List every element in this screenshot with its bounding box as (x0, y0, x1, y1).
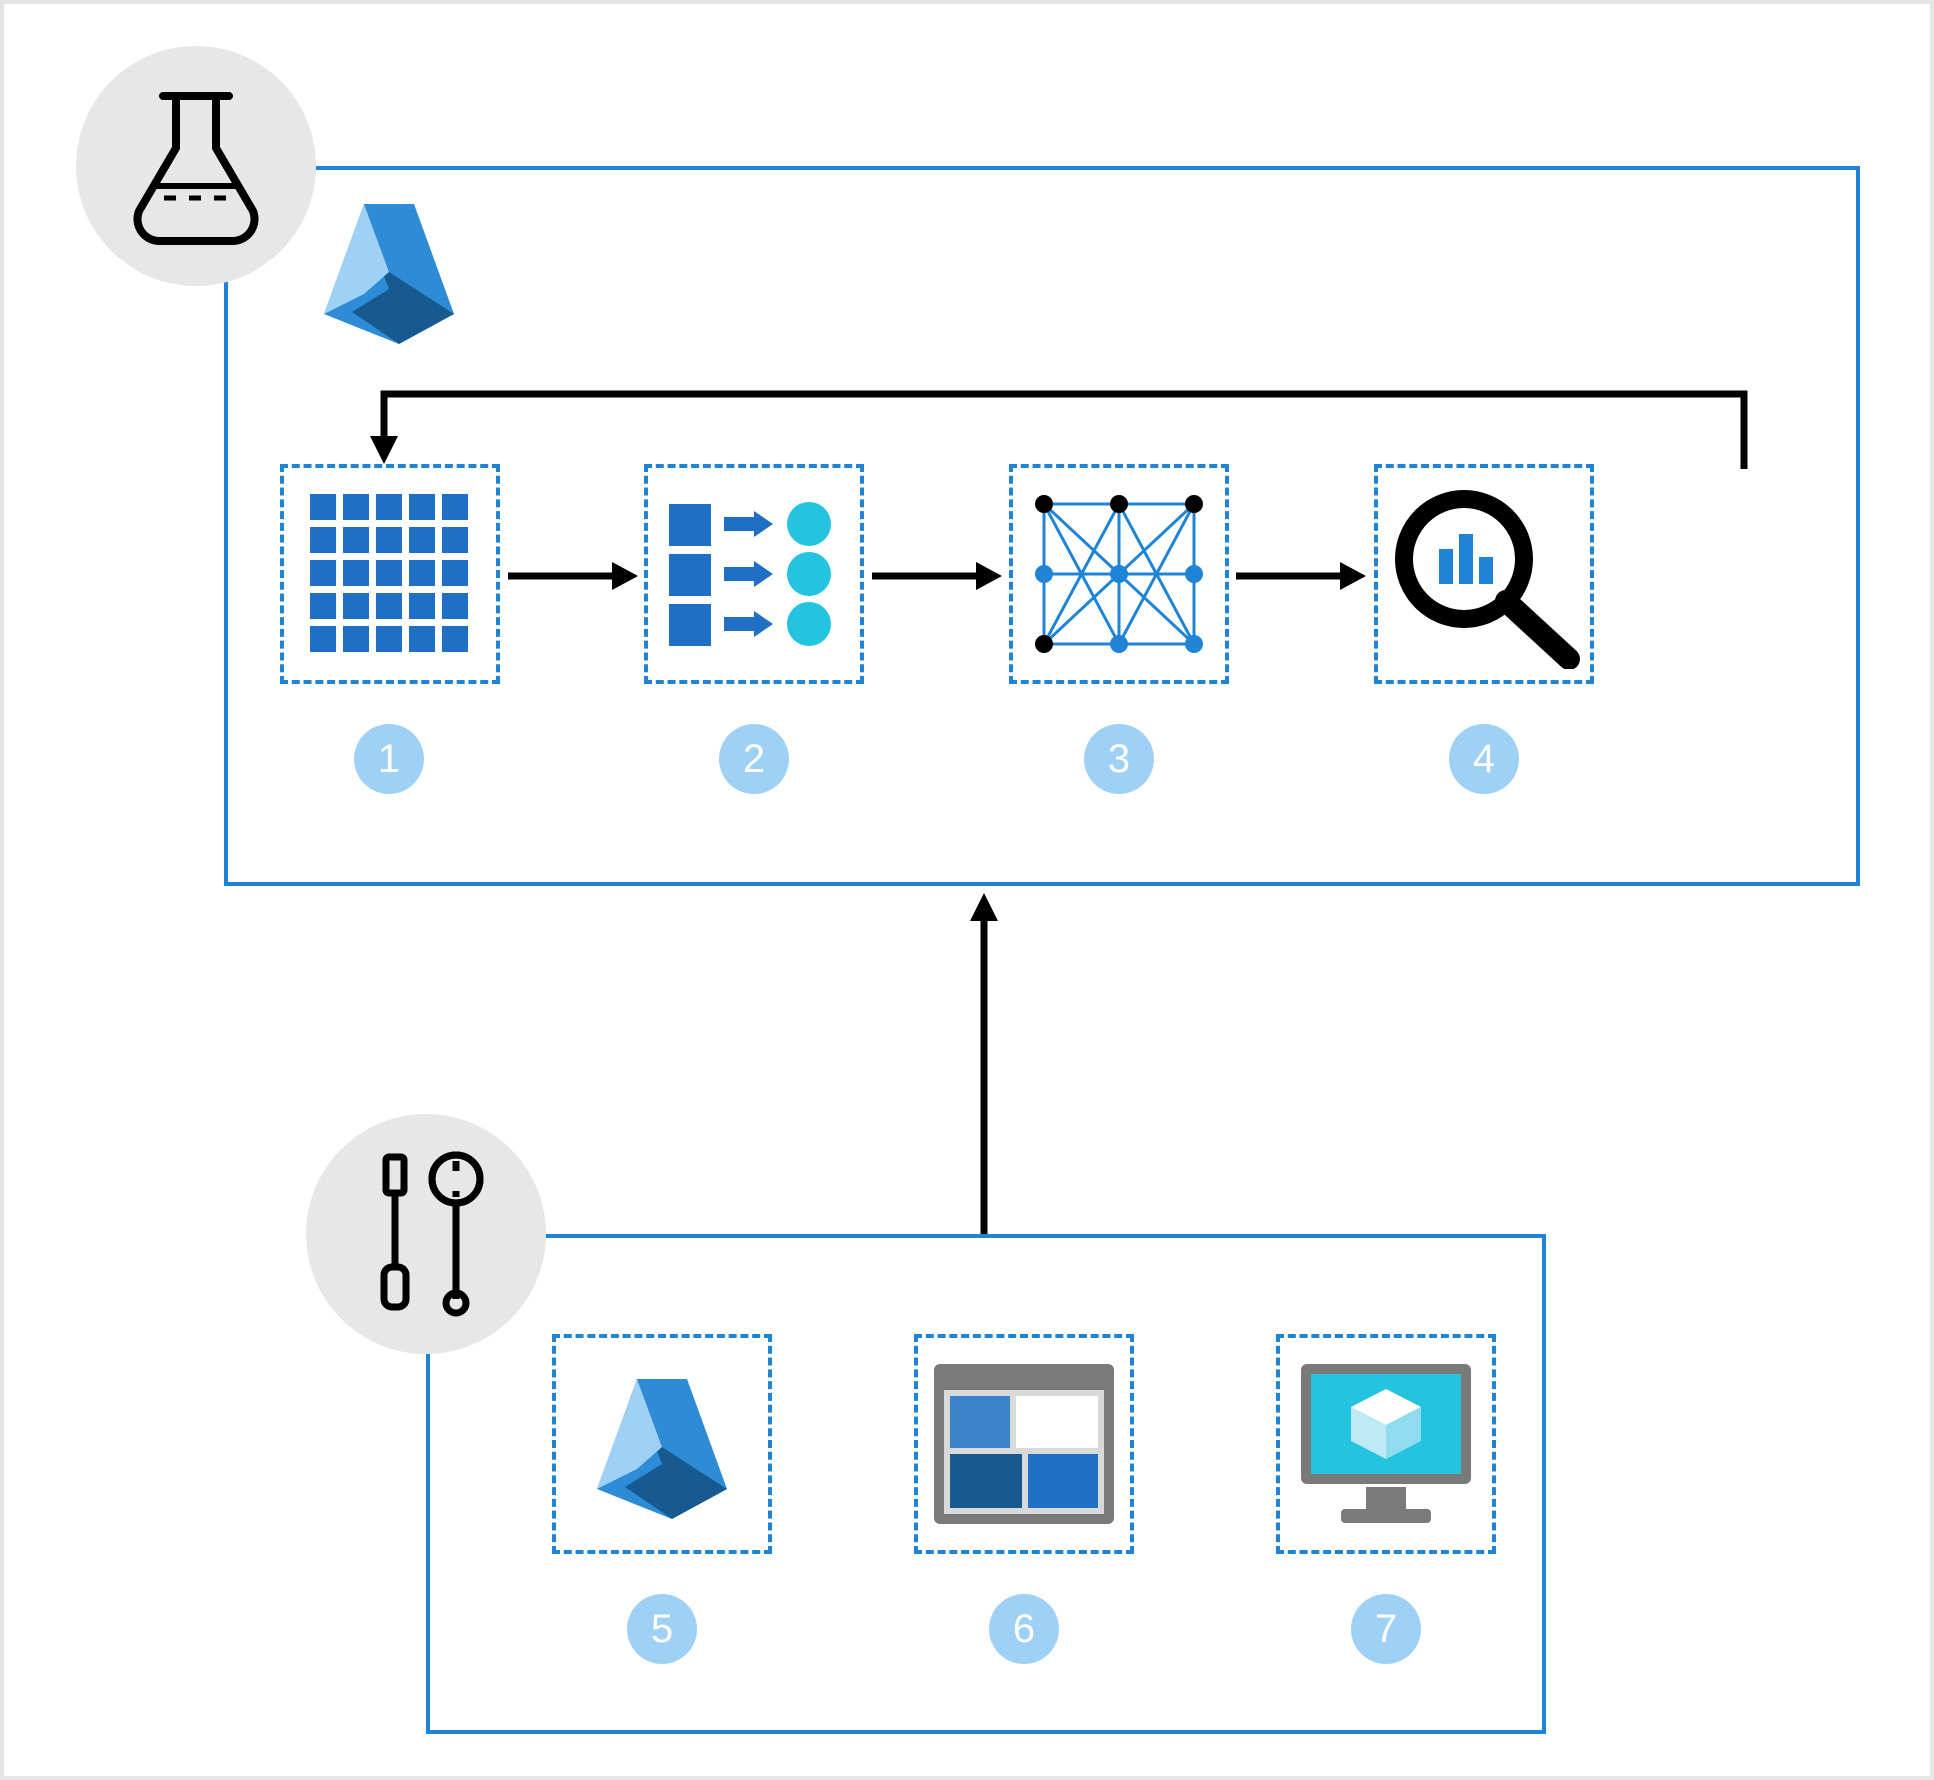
azure-ml-icon (577, 1369, 747, 1519)
data-transform-icon (669, 499, 839, 649)
step-4-label: 4 (1473, 737, 1495, 782)
step-2-box (644, 464, 864, 684)
tools-icon (356, 1149, 496, 1319)
evaluate-magnify-icon (1384, 479, 1584, 669)
step-5-number: 5 (627, 1594, 697, 1664)
arrow-2-3 (868, 556, 1006, 596)
data-grid-icon (310, 494, 470, 654)
step-6-box (914, 1334, 1134, 1554)
diagram-canvas: 1 2 (0, 0, 1934, 1780)
step-7-number: 7 (1351, 1594, 1421, 1664)
dashboard-icon (934, 1364, 1114, 1524)
vm-monitor-icon (1296, 1359, 1476, 1529)
step-4-number: 4 (1449, 724, 1519, 794)
step-3-label: 3 (1108, 737, 1130, 782)
step-6-label: 6 (1013, 1607, 1035, 1652)
step-1-label: 1 (378, 737, 400, 782)
experiment-badge (76, 46, 316, 286)
step-5-label: 5 (651, 1607, 673, 1652)
step-3-number: 3 (1084, 724, 1154, 794)
arrow-3-4 (1232, 556, 1370, 596)
arrow-tools-to-experiment (964, 889, 1004, 1234)
step-1-box (280, 464, 500, 684)
arrow-1-2 (504, 556, 642, 596)
step-3-box (1009, 464, 1229, 684)
step-7-box (1276, 1334, 1496, 1554)
step-2-number: 2 (719, 724, 789, 794)
step-5-box (552, 1334, 772, 1554)
tools-badge (306, 1114, 546, 1354)
step-6-number: 6 (989, 1594, 1059, 1664)
step-4-box (1374, 464, 1594, 684)
neural-network-icon (1024, 484, 1214, 664)
arrow-loop-4-1 (354, 384, 1754, 474)
flask-icon (131, 86, 261, 246)
step-2-label: 2 (743, 737, 765, 782)
step-1-number: 1 (354, 724, 424, 794)
azureml-header-icon (304, 194, 474, 344)
step-7-label: 7 (1375, 1607, 1397, 1652)
